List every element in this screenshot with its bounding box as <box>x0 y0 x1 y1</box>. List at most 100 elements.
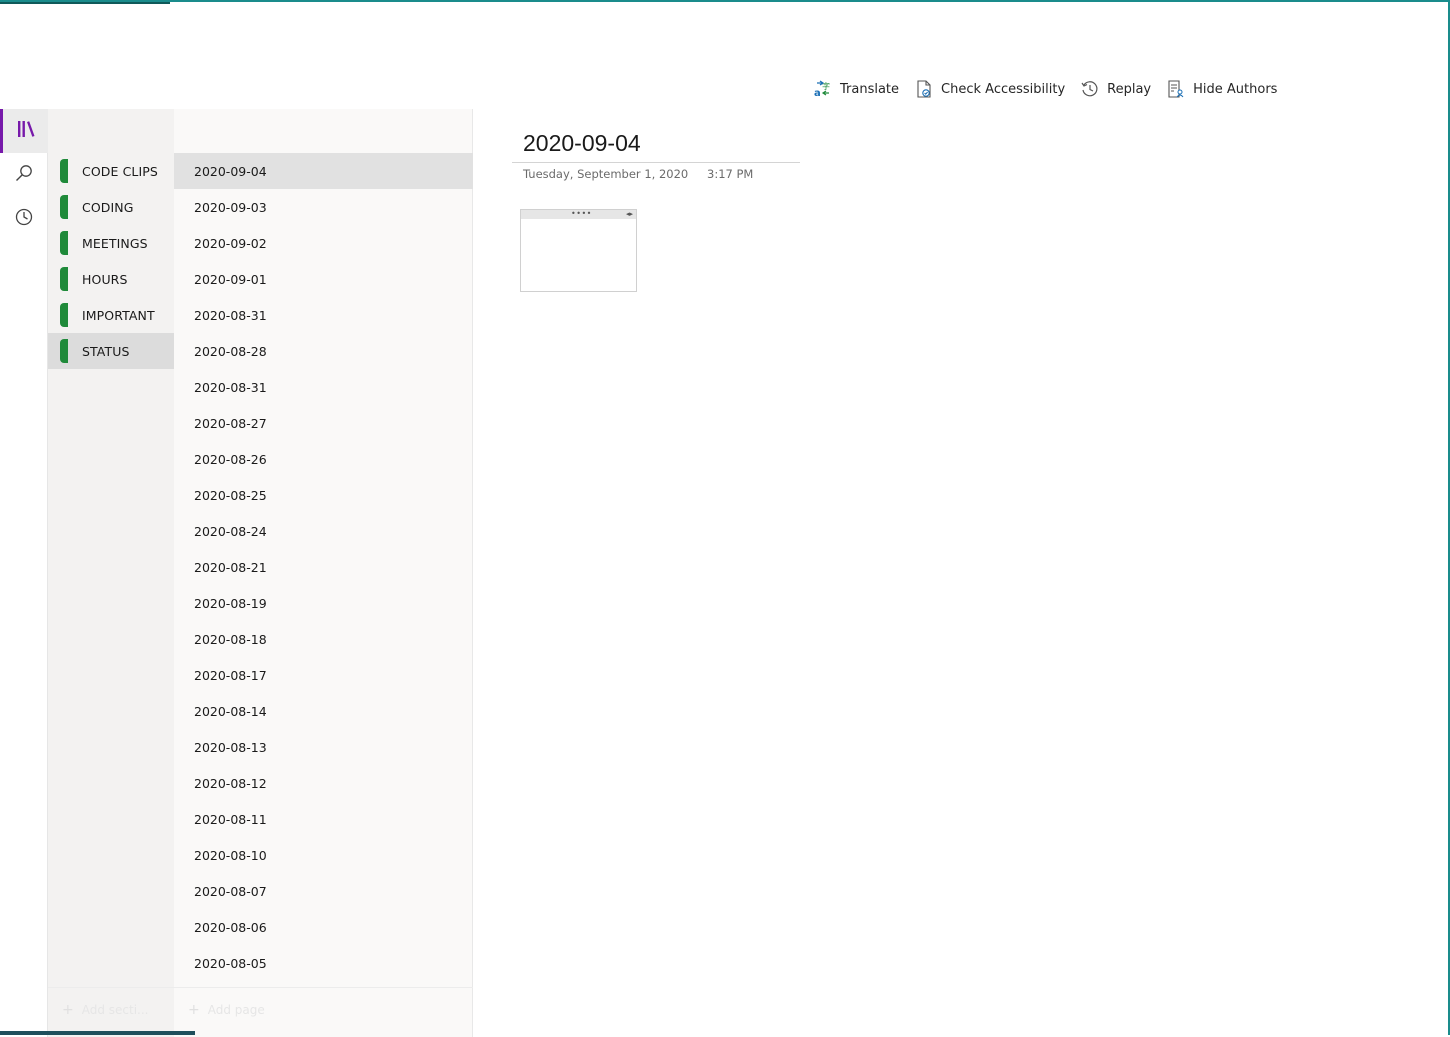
section-label: IMPORTANT <box>82 307 155 323</box>
page-item-label: 2020-09-01 <box>194 271 267 287</box>
page-date: Tuesday, September 1, 2020 <box>523 167 689 181</box>
pages-pane: 2020-09-04 2020-09-03 2020-09-02 2020-09-01… <box>174 109 473 1037</box>
section-coding[interactable]: CODING <box>48 189 174 225</box>
title-divider <box>512 162 800 163</box>
translate-icon: a 字 <box>812 78 834 100</box>
section-label: MEETINGS <box>82 235 148 251</box>
accessibility-check-icon <box>913 78 935 100</box>
check-accessibility-label: Check Accessibility <box>941 81 1066 97</box>
page-item[interactable]: 2020-08-06 <box>174 909 473 945</box>
recent-icon <box>14 207 34 231</box>
page-item[interactable]: 2020-09-02 <box>174 225 473 261</box>
svg-text:a: a <box>814 88 821 99</box>
page-item[interactable]: 2020-08-18 <box>174 621 473 657</box>
page-item-label: 2020-08-14 <box>194 703 267 719</box>
section-label: CODING <box>82 199 134 215</box>
section-hours[interactable]: HOURS <box>48 261 174 297</box>
translate-label: Translate <box>840 81 900 97</box>
page-item-label: 2020-08-21 <box>194 559 267 575</box>
hide-authors-button[interactable]: Hide Authors <box>1161 76 1287 102</box>
page-item[interactable]: 2020-08-11 <box>174 801 473 837</box>
search-icon <box>14 163 34 187</box>
replay-button[interactable]: Replay <box>1075 76 1161 102</box>
section-important[interactable]: IMPORTANT <box>48 297 174 333</box>
page-item[interactable]: 2020-09-04 <box>174 153 473 189</box>
page-item-label: 2020-08-17 <box>194 667 267 683</box>
add-section-button[interactable]: + Add secti... <box>48 987 174 1031</box>
page-item[interactable]: 2020-09-01 <box>174 261 473 297</box>
page-item[interactable]: 2020-08-24 <box>174 513 473 549</box>
page-time: 3:17 PM <box>707 167 754 181</box>
page-item[interactable]: 2020-08-17 <box>174 657 473 693</box>
onenote-window: a 字 Translate Check Accessibility Replay… <box>0 0 1450 1037</box>
page-item-label: 2020-08-07 <box>194 883 267 899</box>
page-item[interactable]: 2020-09-03 <box>174 189 473 225</box>
page-item[interactable]: 2020-08-05 <box>174 945 473 981</box>
page-title[interactable]: 2020-09-04 <box>523 130 641 157</box>
note-container-handle[interactable]: •••• ◂▸ <box>521 210 636 219</box>
page-item[interactable]: 2020-08-13 <box>174 729 473 765</box>
check-accessibility-button[interactable]: Check Accessibility <box>909 76 1075 102</box>
page-item-label: 2020-08-31 <box>194 307 267 323</box>
section-color-tab <box>60 195 68 219</box>
plus-icon: + <box>62 1001 74 1018</box>
page-item-label: 2020-08-19 <box>194 595 267 611</box>
plus-icon: + <box>188 1001 200 1018</box>
drag-handle-icon: •••• <box>571 209 592 218</box>
resize-arrows-icon[interactable]: ◂▸ <box>626 210 633 219</box>
title-accent-bar <box>0 2 170 4</box>
recent-notes-button[interactable] <box>0 197 48 241</box>
page-item-label: 2020-08-31 <box>194 379 267 395</box>
section-label: STATUS <box>82 343 130 359</box>
page-item-label: 2020-08-28 <box>194 343 267 359</box>
section-color-tab <box>60 159 68 183</box>
page-item[interactable]: 2020-08-31 <box>174 297 473 333</box>
page-item-label: 2020-08-12 <box>194 775 267 791</box>
page-item[interactable]: 2020-08-21 <box>174 549 473 585</box>
section-label: HOURS <box>82 271 128 287</box>
page-item-label: 2020-08-13 <box>194 739 267 755</box>
add-section-label: Add secti... <box>81 1002 149 1017</box>
page-item-label: 2020-08-24 <box>194 523 267 539</box>
page-item[interactable]: 2020-08-07 <box>174 873 473 909</box>
page-item-label: 2020-08-11 <box>194 811 267 827</box>
hide-authors-label: Hide Authors <box>1193 81 1278 97</box>
navigation-rail <box>0 109 48 1037</box>
section-color-tab <box>60 303 68 327</box>
page-item[interactable]: 2020-08-14 <box>174 693 473 729</box>
view-toolbar: a 字 Translate Check Accessibility Replay… <box>808 76 1287 102</box>
page-item[interactable]: 2020-08-31 <box>174 369 473 405</box>
search-button[interactable] <box>0 153 48 197</box>
taskbar-edge <box>0 1031 195 1035</box>
section-code-clips[interactable]: CODE CLIPS <box>48 153 174 189</box>
replay-icon <box>1079 78 1101 100</box>
section-meetings[interactable]: MEETINGS <box>48 225 174 261</box>
page-item-label: 2020-09-04 <box>194 163 267 179</box>
page-item-label: 2020-08-25 <box>194 487 267 503</box>
replay-label: Replay <box>1107 81 1152 97</box>
page-item[interactable]: 2020-08-10 <box>174 837 473 873</box>
page-item[interactable]: 2020-08-25 <box>174 477 473 513</box>
page-item-label: 2020-08-10 <box>194 847 267 863</box>
page-item[interactable]: 2020-08-12 <box>174 765 473 801</box>
page-item[interactable]: 2020-08-19 <box>174 585 473 621</box>
section-label: CODE CLIPS <box>82 163 158 179</box>
notebooks-icon <box>16 119 36 143</box>
page-item-label: 2020-08-18 <box>194 631 267 647</box>
sections-pane: CODE CLIPS CODING MEETINGS HOURS IMPORTA… <box>48 109 174 1037</box>
translate-button[interactable]: a 字 Translate <box>808 76 909 102</box>
section-color-tab <box>60 339 68 363</box>
page-item-label: 2020-09-02 <box>194 235 267 251</box>
section-status[interactable]: STATUS <box>48 333 174 369</box>
notebooks-button[interactable] <box>0 109 48 153</box>
section-color-tab <box>60 267 68 291</box>
page-item[interactable]: 2020-08-27 <box>174 405 473 441</box>
page-item[interactable]: 2020-08-26 <box>174 441 473 477</box>
add-page-button[interactable]: + Add page <box>174 987 473 1031</box>
page-item[interactable]: 2020-08-28 <box>174 333 473 369</box>
page-item-label: 2020-08-05 <box>194 955 267 971</box>
section-color-tab <box>60 231 68 255</box>
page-item-label: 2020-09-03 <box>194 199 267 215</box>
note-container[interactable]: •••• ◂▸ <box>520 209 637 292</box>
page-item-label: 2020-08-26 <box>194 451 267 467</box>
